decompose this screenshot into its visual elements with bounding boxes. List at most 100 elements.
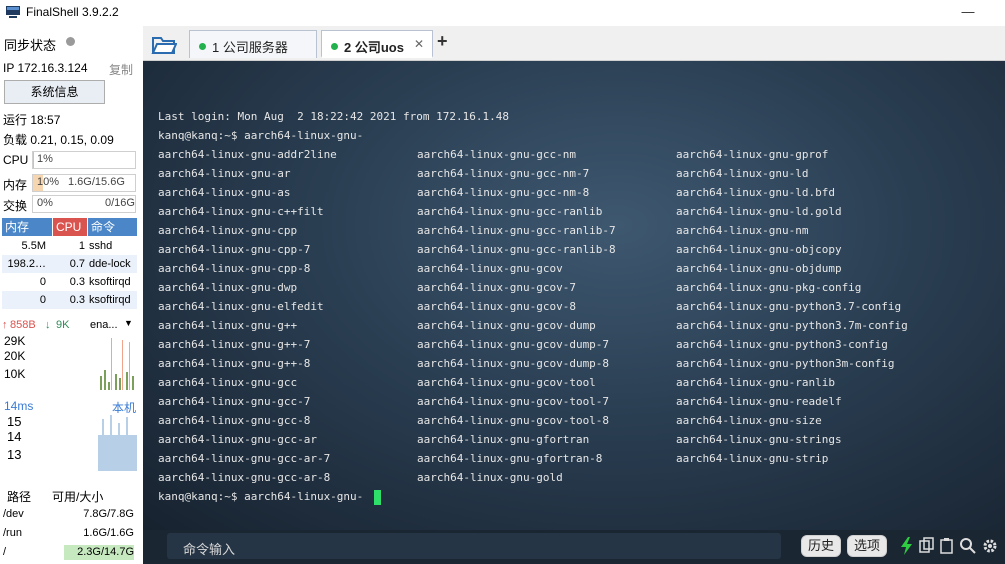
tab-label: 1 公司服务器 bbox=[212, 40, 288, 55]
proc-cpu: 0.3 bbox=[69, 276, 85, 288]
add-tab-icon[interactable]: + bbox=[437, 31, 448, 52]
process-table: 内存 CPU 命令 5.5M 1 sshd 198.2… 0.7 dde-loc… bbox=[2, 218, 137, 310]
proc-mem: 5.5M bbox=[21, 240, 46, 252]
completion-item: aarch64-linux-gnu-python3.7m-config bbox=[676, 319, 908, 332]
sidebar: 同步状态 IP 172.16.3.124 复制 系统信息 运行 18:57 负载… bbox=[0, 26, 144, 564]
sync-status-dot bbox=[66, 37, 75, 46]
completion-item: aarch64-linux-gnu-gcov-dump-7 bbox=[417, 338, 610, 351]
completion-item: aarch64-linux-gnu-gcov-tool-7 bbox=[417, 395, 610, 408]
table-row[interactable]: 5.5M 1 sshd bbox=[2, 237, 137, 255]
completion-item: aarch64-linux-gnu-gcc-ranlib bbox=[417, 205, 603, 218]
copy-ip-link[interactable]: 复制 bbox=[109, 61, 133, 78]
completion-item: aarch64-linux-gnu-gcc-ar-8 bbox=[158, 471, 331, 484]
completion-item: aarch64-linux-gnu-nm bbox=[676, 224, 809, 237]
minimize-button[interactable]: — bbox=[946, 0, 990, 26]
options-button[interactable]: 选项 bbox=[847, 535, 888, 557]
uptime: 运行 18:57 bbox=[3, 113, 61, 127]
disk-header-size: 可用/大小 bbox=[52, 490, 104, 504]
tab-company-server[interactable]: 1 公司服务器 bbox=[189, 30, 317, 58]
completion-item: aarch64-linux-gnu-gcc-ranlib-8 bbox=[417, 243, 616, 256]
net-interface[interactable]: ena... bbox=[90, 319, 118, 331]
completion-item: aarch64-linux-gnu-size bbox=[676, 414, 822, 427]
ping-graph: 15 14 13 bbox=[2, 413, 137, 475]
swap-value: 0/16G bbox=[105, 197, 135, 209]
proc-mem: 198.2… bbox=[7, 258, 46, 270]
proc-header-cmd[interactable]: 命令 bbox=[88, 218, 137, 236]
completion-item: aarch64-linux-gnu-gcov-dump-8 bbox=[417, 357, 610, 370]
paste-icon[interactable] bbox=[938, 536, 956, 556]
load-average: 负载 0.21, 0.15, 0.09 bbox=[3, 133, 114, 147]
completion-item: aarch64-linux-gnu-ld bbox=[676, 167, 809, 180]
table-row[interactable]: /dev 7.8G/7.8G bbox=[0, 505, 140, 524]
completion-item: aarch64-linux-gnu-c++filt bbox=[158, 205, 324, 218]
net-tick: 29K bbox=[4, 334, 26, 348]
disk-path: /dev bbox=[3, 508, 24, 520]
completion-item: aarch64-linux-gnu-gfortran bbox=[417, 433, 590, 446]
completion-item: aarch64-linux-gnu-strings bbox=[676, 433, 842, 446]
network-bars bbox=[100, 338, 134, 390]
disk-header-path: 路径 bbox=[7, 490, 32, 504]
completion-item: aarch64-linux-gnu-gcc-ranlib-7 bbox=[417, 224, 616, 237]
proc-header-cpu[interactable]: CPU bbox=[53, 218, 87, 236]
completion-item: aarch64-linux-gnu-cpp-7 bbox=[158, 243, 311, 256]
completion-item: aarch64-linux-gnu-ld.gold bbox=[676, 205, 842, 218]
command-input[interactable]: 命令输入 bbox=[167, 533, 781, 559]
close-icon[interactable]: ✕ bbox=[414, 37, 424, 51]
completion-item: aarch64-linux-gnu-addr2line bbox=[158, 148, 337, 161]
proc-cmd: ksoftirqd bbox=[89, 276, 131, 288]
completion-item: aarch64-linux-gnu-gold bbox=[417, 471, 563, 484]
completion-item: aarch64-linux-gnu-gprof bbox=[676, 148, 829, 161]
table-row[interactable]: /run 1.6G/1.6G bbox=[0, 524, 140, 543]
lightning-icon[interactable] bbox=[898, 536, 916, 556]
completion-item: aarch64-linux-gnu-gcc-ar bbox=[158, 433, 317, 446]
swap-meter: 0% 0/16G bbox=[32, 195, 136, 213]
table-row[interactable]: 0 0.3 ksoftirqd bbox=[2, 273, 137, 291]
cpu-meter-fill bbox=[33, 152, 35, 168]
ping-latency: 14ms bbox=[4, 399, 34, 413]
gear-icon[interactable] bbox=[981, 536, 999, 556]
completion-item: aarch64-linux-gnu-ranlib bbox=[676, 376, 835, 389]
completion-item: aarch64-linux-gnu-objcopy bbox=[676, 243, 842, 256]
terminal[interactable]: Last login: Mon Aug 2 18:22:42 2021 from… bbox=[143, 61, 1005, 530]
completion-item: aarch64-linux-gnu-gcc-8 bbox=[158, 414, 311, 427]
disk-size: 7.8G/7.8G bbox=[83, 508, 134, 520]
completion-item: aarch64-linux-gnu-python3-config bbox=[676, 338, 888, 351]
proc-mem: 0 bbox=[39, 276, 46, 288]
memory-label: 内存 bbox=[3, 178, 28, 192]
chevron-down-icon[interactable]: ▼ bbox=[124, 318, 133, 328]
completion-item: aarch64-linux-gnu-gcc bbox=[158, 376, 298, 389]
tab-company-uos[interactable]: 2 公司uos ✕ bbox=[321, 30, 433, 58]
upload-arrow-icon: ↑ bbox=[2, 319, 8, 331]
proc-cmd: dde-lock bbox=[89, 258, 131, 270]
table-row[interactable]: / 2.3G/14.7G bbox=[0, 543, 140, 562]
login-line: Last login: Mon Aug 2 18:22:42 2021 from… bbox=[158, 110, 509, 123]
completion-item: aarch64-linux-gnu-cpp-8 bbox=[158, 262, 311, 275]
swap-percent: 0% bbox=[37, 197, 53, 209]
search-icon[interactable] bbox=[959, 536, 977, 556]
completion-item: aarch64-linux-gnu-g++-7 bbox=[158, 338, 311, 351]
completion-item: aarch64-linux-gnu-gcc-nm-7 bbox=[417, 167, 590, 180]
table-row[interactable]: 0 0.3 ksoftirqd bbox=[2, 291, 137, 309]
prompt-line: kanq@kanq:~$ aarch64-linux-gnu- bbox=[158, 129, 364, 142]
ping-tick: 13 bbox=[7, 447, 22, 462]
completion-item: aarch64-linux-gnu-ar bbox=[158, 167, 291, 180]
ping-tick: 15 bbox=[7, 414, 22, 429]
swap-label: 交换 bbox=[3, 199, 28, 213]
completion-item: aarch64-linux-gnu-ld.bfd bbox=[676, 186, 835, 199]
table-row[interactable]: 198.2… 0.7 dde-lock bbox=[2, 255, 137, 273]
connected-dot bbox=[331, 43, 338, 50]
system-info-button[interactable]: 系统信息 bbox=[4, 80, 105, 104]
copy-icon[interactable] bbox=[918, 536, 936, 556]
window-title: FinalShell 3.9.2.2 bbox=[26, 5, 119, 19]
completion-item: aarch64-linux-gnu-gcc-7 bbox=[158, 395, 311, 408]
history-button[interactable]: 历史 bbox=[801, 535, 842, 557]
memory-percent: 10% bbox=[37, 176, 60, 188]
title-bar: FinalShell 3.9.2.2 — bbox=[0, 0, 1005, 26]
sync-status-label: 同步状态 bbox=[4, 38, 57, 53]
folder-icon[interactable] bbox=[151, 33, 177, 55]
proc-header-mem[interactable]: 内存 bbox=[2, 218, 52, 236]
completion-item: aarch64-linux-gnu-dwp bbox=[158, 281, 298, 294]
completion-item: aarch64-linux-gnu-as bbox=[158, 186, 291, 199]
disk-path: / bbox=[3, 546, 7, 558]
completion-item: aarch64-linux-gnu-python3m-config bbox=[676, 357, 895, 370]
